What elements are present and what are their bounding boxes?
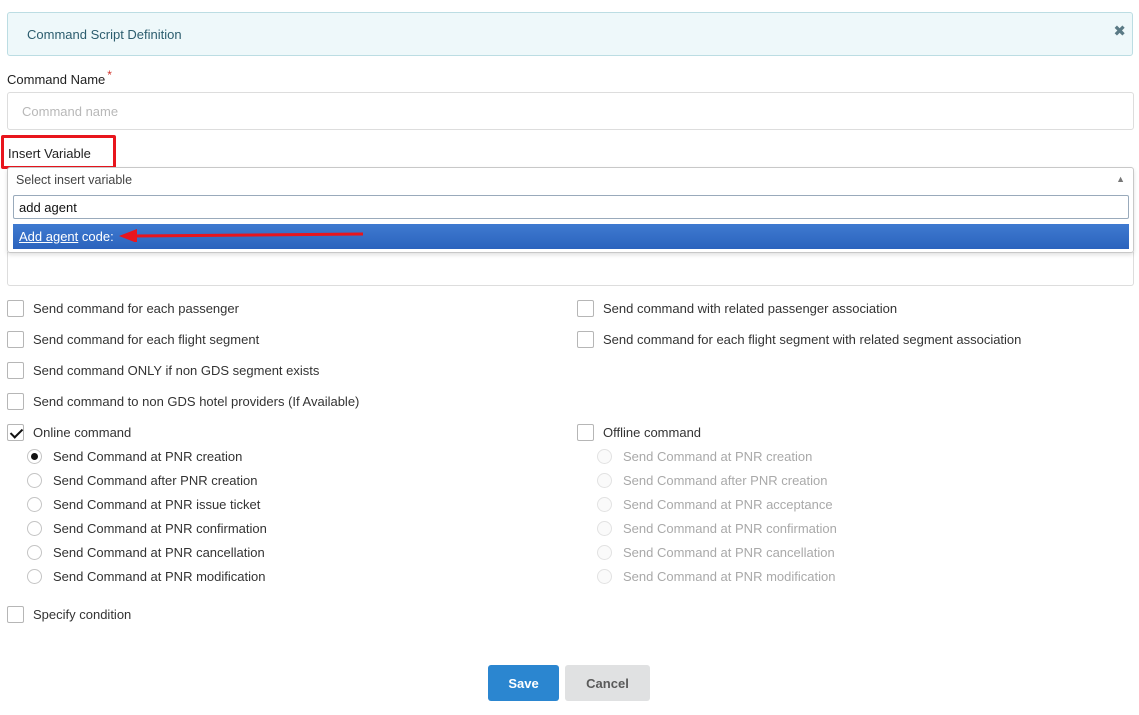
radio-label: Send Command after PNR creation [623, 473, 828, 488]
checkbox-box[interactable] [7, 393, 24, 410]
required-mark: * [107, 68, 112, 82]
checkbox-box[interactable] [577, 331, 594, 348]
checkbox-segment-association[interactable]: Send command for each flight segment wit… [577, 331, 1021, 348]
checkbox-passenger-association[interactable]: Send command with related passenger asso… [577, 300, 897, 317]
select-search-input[interactable] [13, 195, 1129, 219]
command-name-input[interactable] [7, 92, 1134, 130]
radio-online-pnr-cancellation[interactable]: Send Command at PNR cancellation [27, 545, 265, 560]
checkbox-offline-command[interactable]: Offline command [577, 424, 701, 441]
save-button[interactable]: Save [488, 665, 559, 701]
annotation-highlight-box [1, 135, 116, 169]
option-match-text: Add agent [19, 229, 79, 244]
command-name-label: Command Name * [7, 68, 112, 87]
radio-label: Send Command at PNR modification [53, 569, 266, 584]
dialog-title: Command Script Definition [27, 27, 182, 42]
checkbox-non-gds-segment[interactable]: Send command ONLY if non GDS segment exi… [7, 362, 319, 379]
select-placeholder: Select insert variable [16, 173, 133, 187]
radio-button[interactable] [27, 521, 42, 536]
dialog-header: Command Script Definition ✖ [7, 12, 1133, 56]
radio-button[interactable] [27, 569, 42, 584]
checkbox-box[interactable] [577, 300, 594, 317]
checkbox-label: Offline command [603, 425, 702, 440]
radio-label: Send Command at PNR creation [53, 449, 243, 464]
radio-online-pnr-confirmation[interactable]: Send Command at PNR confirmation [27, 521, 267, 536]
radio-label: Send Command at PNR confirmation [623, 521, 837, 536]
insert-variable-textarea[interactable] [7, 252, 1134, 286]
radio-offline-pnr-cancellation: Send Command at PNR cancellation [597, 545, 835, 560]
radio-label: Send Command at PNR confirmation [53, 521, 267, 536]
checkbox-each-flight-segment[interactable]: Send command for each flight segment [7, 331, 259, 348]
checkbox-box[interactable] [7, 424, 24, 441]
checkbox-label: Send command for each flight segment wit… [603, 332, 1022, 347]
radio-offline-pnr-modification: Send Command at PNR modification [597, 569, 835, 584]
checkbox-label: Send command for each flight segment [33, 332, 260, 347]
radio-label: Send Command at PNR acceptance [623, 497, 833, 512]
radio-button [597, 449, 612, 464]
checkbox-box[interactable] [7, 606, 24, 623]
checkbox-box[interactable] [577, 424, 594, 441]
radio-button [597, 497, 612, 512]
radio-button [597, 473, 612, 488]
radio-label: Send Command at PNR cancellation [53, 545, 265, 560]
radio-button [597, 569, 612, 584]
checkbox-label: Send command with related passenger asso… [603, 301, 898, 316]
cancel-button[interactable]: Cancel [565, 665, 650, 701]
radio-online-pnr-modification[interactable]: Send Command at PNR modification [27, 569, 265, 584]
checkbox-online-command[interactable]: Online command [7, 424, 131, 441]
radio-button [597, 521, 612, 536]
radio-label: Send Command after PNR creation [53, 473, 258, 488]
radio-offline-after-pnr-creation: Send Command after PNR creation [597, 473, 827, 488]
radio-button [597, 545, 612, 560]
checkbox-specify-condition[interactable]: Specify condition [7, 606, 131, 623]
radio-offline-pnr-acceptance: Send Command at PNR acceptance [597, 497, 833, 512]
radio-button[interactable] [27, 545, 42, 560]
radio-label: Send Command at PNR issue ticket [53, 497, 261, 512]
radio-online-after-pnr-creation[interactable]: Send Command after PNR creation [27, 473, 257, 488]
radio-label: Send Command at PNR creation [623, 449, 813, 464]
checkbox-label: Send command to non GDS hotel providers … [33, 394, 360, 409]
radio-button[interactable] [27, 497, 42, 512]
checkbox-non-gds-hotel[interactable]: Send command to non GDS hotel providers … [7, 393, 359, 410]
radio-offline-pnr-creation: Send Command at PNR creation [597, 449, 812, 464]
radio-button[interactable] [27, 473, 42, 488]
option-label: Add agent code: [19, 229, 114, 244]
checkbox-label: Specify condition [33, 607, 132, 622]
checkbox-each-passenger[interactable]: Send command for each passenger [7, 300, 239, 317]
checkbox-box[interactable] [7, 331, 24, 348]
radio-offline-pnr-confirmation: Send Command at PNR confirmation [597, 521, 837, 536]
checkbox-label: Send command for each passenger [33, 301, 239, 316]
radio-label: Send Command at PNR modification [623, 569, 836, 584]
checkbox-box[interactable] [7, 362, 24, 379]
checkbox-label: Send command ONLY if non GDS segment exi… [33, 363, 320, 378]
option-rest-text: code: [78, 229, 114, 244]
radio-online-pnr-issue-ticket[interactable]: Send Command at PNR issue ticket [27, 497, 260, 512]
annotation-arrow-icon [119, 229, 364, 242]
checkbox-box[interactable] [7, 300, 24, 317]
close-icon[interactable]: ✖ [1113, 22, 1126, 40]
radio-online-pnr-creation[interactable]: Send Command at PNR creation [27, 449, 242, 464]
radio-button[interactable] [27, 449, 42, 464]
checkbox-label: Online command [33, 425, 132, 440]
command-name-label-text: Command Name [7, 72, 106, 87]
radio-label: Send Command at PNR cancellation [623, 545, 835, 560]
caret-up-icon[interactable]: ▲ [1116, 174, 1125, 184]
